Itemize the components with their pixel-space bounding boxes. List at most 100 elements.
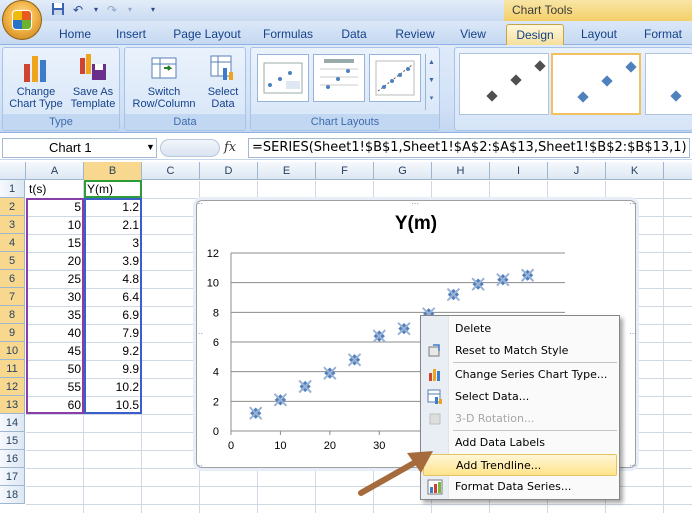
row-header[interactable]: 13 bbox=[0, 396, 25, 414]
formula-input[interactable]: =SERIES(Sheet1!$B$1,Sheet1!$A$2:$A$13,Sh… bbox=[248, 138, 690, 158]
select-all-corner[interactable] bbox=[0, 162, 26, 180]
row-header[interactable]: 16 bbox=[0, 450, 25, 468]
column-header-c[interactable]: C bbox=[142, 162, 200, 180]
office-button[interactable] bbox=[2, 0, 42, 40]
name-box[interactable]: Chart 1 bbox=[2, 138, 157, 158]
row-header[interactable]: 17 bbox=[0, 468, 25, 486]
row-header[interactable]: 1 bbox=[0, 180, 25, 198]
style-marker bbox=[577, 91, 589, 103]
tab-page-layout[interactable]: Page Layout bbox=[170, 24, 244, 45]
customize-qat-icon[interactable]: ▾ bbox=[145, 2, 161, 18]
layout-more-icon[interactable]: ▾ bbox=[426, 90, 437, 108]
style-marker bbox=[670, 90, 682, 102]
x-tick-label: 0 bbox=[228, 440, 234, 452]
chart-style-1[interactable] bbox=[459, 53, 549, 115]
tab-home[interactable]: Home bbox=[52, 24, 98, 45]
row-header[interactable]: 5 bbox=[0, 252, 25, 270]
row-header[interactable]: 7 bbox=[0, 288, 25, 306]
name-box-dropdown-icon[interactable]: ▼ bbox=[146, 142, 155, 152]
tab-view[interactable]: View bbox=[454, 24, 492, 45]
column-header-i[interactable]: I bbox=[490, 162, 548, 180]
column-header-k[interactable]: K bbox=[606, 162, 664, 180]
column-header-j[interactable]: J bbox=[548, 162, 606, 180]
column-header-b[interactable]: B bbox=[84, 162, 142, 180]
change-chart-type-button[interactable]: Change Chart Type bbox=[7, 52, 65, 110]
tab-formulas[interactable]: Formulas bbox=[258, 24, 318, 45]
tab-design[interactable]: Design bbox=[506, 24, 564, 45]
chart-style-3[interactable] bbox=[645, 53, 692, 115]
menu-item-label: Delete bbox=[455, 322, 492, 335]
menu-item-format-data-series[interactable]: Format Data Series... bbox=[423, 476, 617, 498]
row-header[interactable]: 18 bbox=[0, 486, 25, 504]
y-tick-label: 2 bbox=[213, 396, 219, 408]
chart-layout-3[interactable] bbox=[369, 54, 421, 102]
select-data-icon bbox=[207, 52, 239, 84]
switch-row-column-button[interactable]: Switch Row/Column bbox=[127, 52, 201, 110]
menu-item-delete[interactable]: Delete bbox=[423, 318, 617, 340]
column-header-a[interactable]: A bbox=[26, 162, 84, 180]
switch-row-column-label-2: Row/Column bbox=[132, 98, 196, 110]
menu-item-label: Add Trendline... bbox=[456, 459, 542, 472]
row-header[interactable]: 11 bbox=[0, 360, 25, 378]
menu-item-3-d-rotation[interactable]: 3-D Rotation... bbox=[423, 408, 617, 430]
menu-item-reset-to-match-style[interactable]: Reset to Match Style bbox=[423, 340, 617, 362]
tab-layout[interactable]: Layout bbox=[574, 24, 624, 45]
menu-item-select-data[interactable]: Select Data... bbox=[423, 386, 617, 408]
chart-layout-1[interactable] bbox=[257, 54, 309, 102]
type-group: Change Chart Type Save As Template Type bbox=[2, 47, 120, 131]
row-header[interactable]: 4 bbox=[0, 234, 25, 252]
menu-item-change-series-chart-type[interactable]: Change Series Chart Type... bbox=[423, 364, 617, 386]
save-as-template-label-1: Save As bbox=[72, 86, 114, 98]
ribbon: Change Chart Type Save As Template Type … bbox=[0, 45, 692, 133]
row-header[interactable]: 14 bbox=[0, 414, 25, 432]
chart-resize-handle: ⋯ bbox=[197, 201, 203, 208]
column-header-f[interactable]: F bbox=[316, 162, 374, 180]
ribbon-tabs: Home Insert Page Layout Formulas Data Re… bbox=[0, 21, 692, 45]
data-point bbox=[520, 268, 535, 282]
tab-review[interactable]: Review bbox=[390, 24, 440, 45]
row-header[interactable]: 3 bbox=[0, 216, 25, 234]
column-header-d[interactable]: D bbox=[200, 162, 258, 180]
column-header-h[interactable]: H bbox=[432, 162, 490, 180]
chart-resize-handle: ⋯ bbox=[629, 201, 637, 208]
row-header[interactable]: 9 bbox=[0, 324, 25, 342]
column-header-g[interactable]: G bbox=[374, 162, 432, 180]
title-bar: ↶ ▾ ↷ ▾ ▾ Chart Tools bbox=[0, 0, 692, 40]
menu-item-add-data-labels[interactable]: Add Data Labels bbox=[423, 432, 617, 454]
redo-dropdown-icon[interactable]: ▾ bbox=[122, 2, 138, 18]
row-header[interactable]: 10 bbox=[0, 342, 25, 360]
save-as-template-button[interactable]: Save As Template bbox=[65, 52, 121, 110]
tab-data[interactable]: Data bbox=[334, 24, 374, 45]
row-header[interactable]: 2 bbox=[0, 198, 25, 216]
layout-scroll-down-icon[interactable]: ▼ bbox=[426, 72, 437, 90]
tab-format[interactable]: Format bbox=[638, 24, 688, 45]
formula-bar: Chart 1 ▼ fx =SERIES(Sheet1!$B$1,Sheet1!… bbox=[0, 136, 692, 160]
menu-item-add-trendline[interactable]: Add Trendline... bbox=[423, 454, 617, 476]
layout-scroll-up-icon[interactable]: ▲ bbox=[426, 54, 437, 72]
select-data-button[interactable]: Select Data bbox=[201, 52, 245, 110]
row-header[interactable]: 6 bbox=[0, 270, 25, 288]
row-header[interactable]: 15 bbox=[0, 432, 25, 450]
undo-icon[interactable]: ↶ bbox=[70, 2, 86, 18]
chart-layout-2[interactable] bbox=[313, 54, 365, 102]
chart-resize-handle: ⋯ bbox=[411, 201, 419, 208]
redo-icon[interactable]: ↷ bbox=[104, 2, 120, 18]
cell-a1[interactable]: t(s) bbox=[27, 180, 83, 198]
tab-insert[interactable]: Insert bbox=[108, 24, 154, 45]
reset-style-icon bbox=[427, 343, 443, 359]
menu-separator bbox=[453, 430, 617, 431]
data-point bbox=[273, 393, 288, 407]
save-template-icon bbox=[77, 52, 109, 84]
row-header[interactable]: 12 bbox=[0, 378, 25, 396]
chart-style-2[interactable] bbox=[551, 53, 641, 115]
layout-scroll[interactable]: ▲ ▼ ▾ bbox=[425, 54, 437, 110]
undo-dropdown-icon[interactable]: ▾ bbox=[88, 2, 104, 18]
values-range-highlight bbox=[84, 198, 142, 414]
row-header[interactable]: 8 bbox=[0, 306, 25, 324]
save-icon[interactable] bbox=[50, 2, 66, 18]
insert-function-icon[interactable]: fx bbox=[224, 140, 236, 155]
office-logo-icon bbox=[12, 10, 32, 30]
formula-bar-splitter[interactable] bbox=[160, 139, 220, 157]
menu-item-label: Add Data Labels bbox=[455, 436, 545, 449]
column-header-e[interactable]: E bbox=[258, 162, 316, 180]
